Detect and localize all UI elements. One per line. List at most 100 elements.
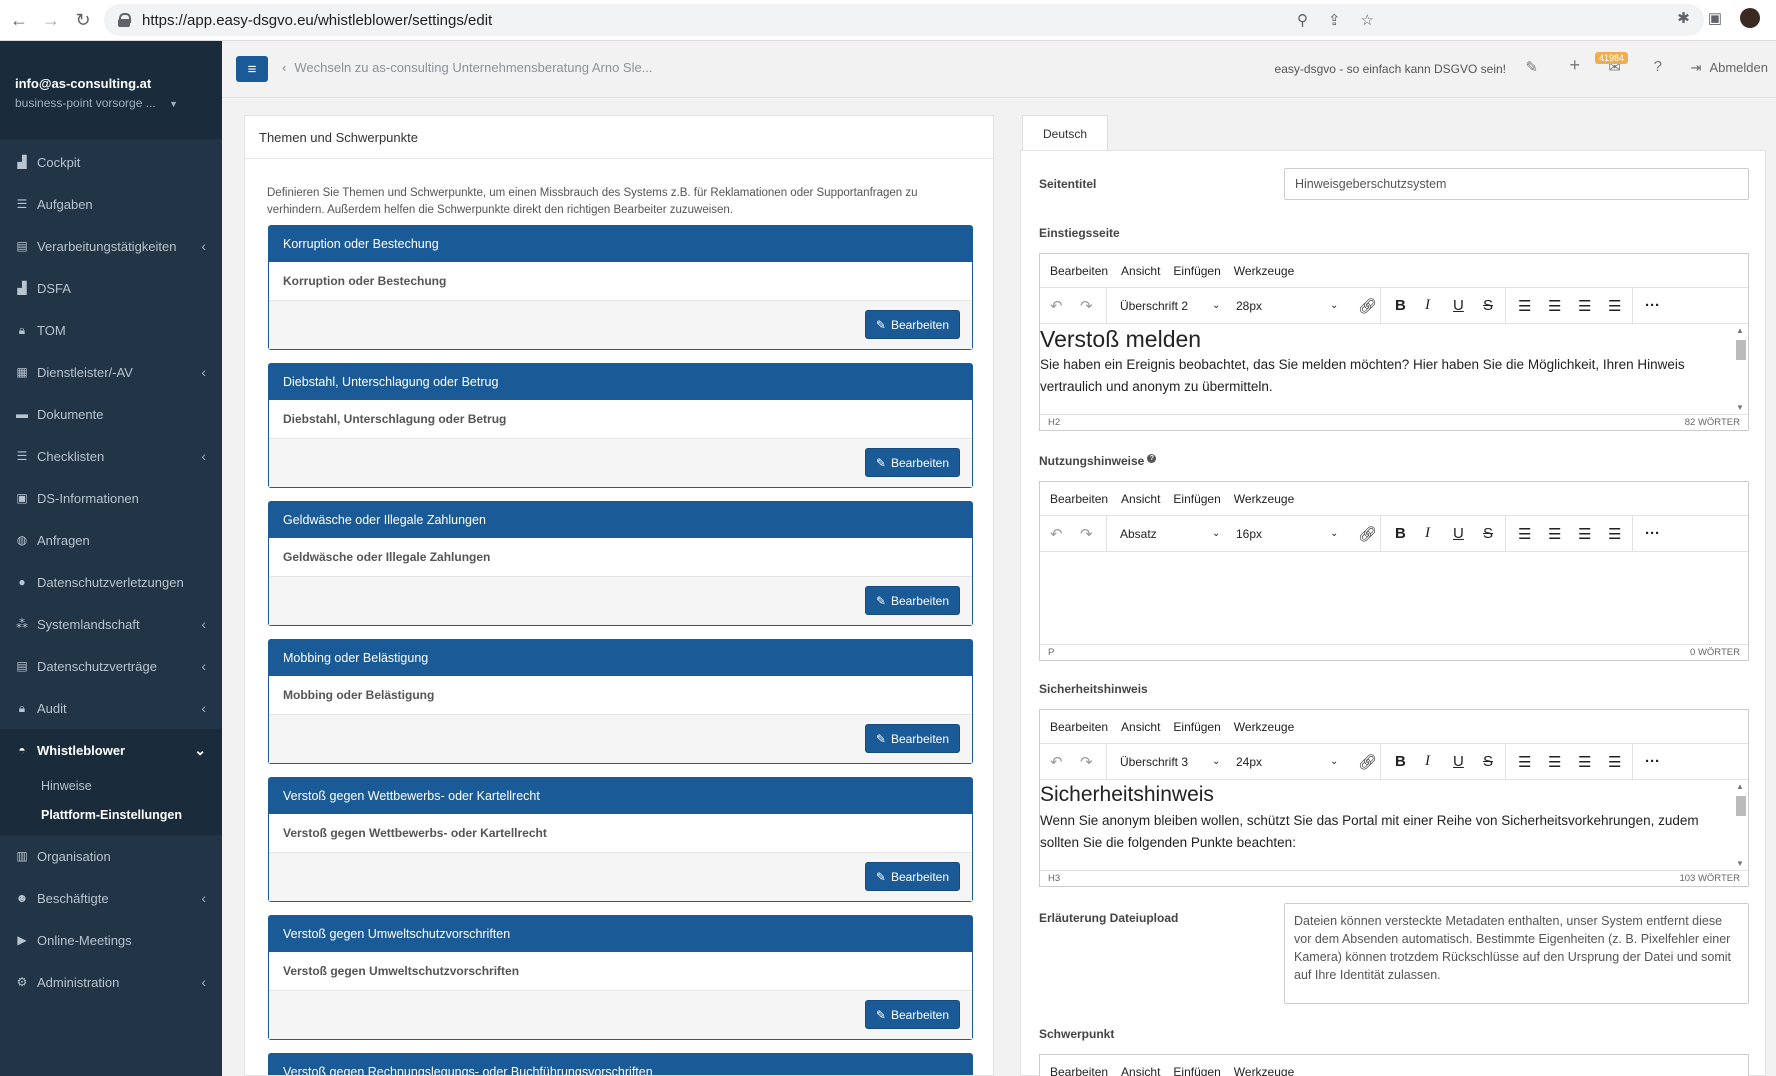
sidebar-item-beschaeftigte[interactable]: ☻ Beschäftigte ‹ [0,877,222,919]
menu-ansicht[interactable]: Ansicht [1121,1065,1160,1076]
menu-ansicht[interactable]: Ansicht [1121,264,1160,278]
sidebar-item-datenschutzvertraege[interactable]: ▤ Datenschutzverträge ‹ [0,645,222,687]
sidepanel-icon[interactable]: ▣ [1708,9,1722,27]
menu-einfuegen[interactable]: Einfügen [1173,1065,1220,1076]
sidebar-item-whistleblower[interactable]: ◓ Whistleblower ⌄ [0,729,222,771]
org-selector[interactable]: business-point vorsorge ... ▼ [15,96,207,110]
reload-icon[interactable]: ↻ [70,7,96,33]
editor-content[interactable] [1040,552,1748,644]
back-icon[interactable]: ← [6,7,32,33]
switch-organization-link[interactable]: ‹ Wechseln zu as-consulting Unternehmensb… [282,60,653,75]
bold-icon[interactable]: B [1395,525,1406,542]
menu-werkzeuge[interactable]: Werkzeuge [1234,1065,1294,1076]
plus-icon[interactable]: + [1569,55,1580,76]
menu-bearbeiten[interactable]: Bearbeiten [1050,492,1108,506]
align-left-icon[interactable]: ☰ [1518,297,1531,315]
align-left-icon[interactable]: ☰ [1518,753,1531,771]
sidebar-item-cockpit[interactable]: ▟ Cockpit [0,141,222,183]
sidebar-item-dokumente[interactable]: ▬ Dokumente [0,393,222,435]
sidebar-item-aufgaben[interactable]: ☰ Aufgaben [0,183,222,225]
editor-content[interactable]: Sicherheitshinweis Wenn Sie anonym bleib… [1040,780,1748,870]
edit-topic-button[interactable]: ✎ Bearbeiten [864,310,960,339]
sidebar-item-verarbeitungstaetigkeiten[interactable]: ▤ Verarbeitungstätigkeiten ‹ [0,225,222,267]
align-center-icon[interactable]: ☰ [1548,525,1561,543]
menu-einfuegen[interactable]: Einfügen [1173,264,1220,278]
sidebar-item-ds-informationen[interactable]: ▣ DS-Informationen [0,477,222,519]
align-justify-icon[interactable]: ☰ [1608,525,1621,543]
profile-avatar[interactable] [1740,8,1760,28]
menu-werkzeuge[interactable]: Werkzeuge [1234,720,1294,734]
block-format-select[interactable]: Überschrift 2 [1120,299,1188,313]
more-icon[interactable]: ··· [1645,753,1660,770]
more-icon[interactable]: ··· [1645,525,1660,542]
align-left-icon[interactable]: ☰ [1518,525,1531,543]
zoom-icon[interactable]: ⚲ [1297,11,1308,29]
bold-icon[interactable]: B [1395,753,1406,770]
sidebar-item-dienstleister[interactable]: ▦ Dienstleister/-AV ‹ [0,351,222,393]
redo-icon[interactable]: ↷ [1080,297,1093,315]
sidebar-item-online-meetings[interactable]: ▶ Online-Meetings [0,919,222,961]
share-icon[interactable]: ⇪ [1328,11,1341,29]
italic-icon[interactable]: I [1425,525,1430,542]
editor-scrollbar[interactable]: ▲ ▼ [1736,326,1746,412]
italic-icon[interactable]: I [1425,753,1430,770]
align-justify-icon[interactable]: ☰ [1608,753,1621,771]
help-icon[interactable]: ? [1654,58,1662,75]
editor-scrollbar[interactable]: ▲ ▼ [1736,782,1746,868]
editor-content[interactable]: Verstoß melden Sie haben ein Ereignis be… [1040,324,1748,414]
align-right-icon[interactable]: ☰ [1578,753,1591,771]
sidebar-item-audit[interactable]: 🔒︎ Audit ‹ [0,687,222,729]
underline-icon[interactable]: U [1453,525,1464,542]
bookmark-star-icon[interactable]: ☆ [1361,11,1374,29]
forward-icon[interactable]: → [38,7,64,33]
sidebar-item-organisation[interactable]: ▥ Organisation [0,835,222,877]
align-right-icon[interactable]: ☰ [1578,525,1591,543]
redo-icon[interactable]: ↷ [1080,753,1093,771]
block-format-select[interactable]: Überschrift 3 [1120,755,1188,769]
underline-icon[interactable]: U [1453,297,1464,314]
link-icon[interactable]: 🔗︎ [1358,297,1377,315]
menu-werkzeuge[interactable]: Werkzeuge [1234,492,1294,506]
font-size-select[interactable]: 24px [1236,755,1262,769]
menu-einfuegen[interactable]: Einfügen [1173,720,1220,734]
redo-icon[interactable]: ↷ [1080,525,1093,543]
sidebar-item-anfragen[interactable]: ◍ Anfragen [0,519,222,561]
sidebar-subitem-hinweise[interactable]: Hinweise [0,771,222,800]
align-right-icon[interactable]: ☰ [1578,297,1591,315]
more-icon[interactable]: ··· [1645,297,1660,314]
sidebar-item-checklisten[interactable]: ☰ Checklisten ‹ [0,435,222,477]
tab-deutsch[interactable]: Deutsch [1022,115,1108,151]
align-justify-icon[interactable]: ☰ [1608,297,1621,315]
link-icon[interactable]: 🔗︎ [1358,525,1377,543]
menu-toggle-button[interactable]: ≡ [236,56,268,82]
align-center-icon[interactable]: ☰ [1548,297,1561,315]
sidebar-item-systemlandschaft[interactable]: ⁂ Systemlandschaft ‹ [0,603,222,645]
edit-icon[interactable]: ✎ [1525,58,1538,76]
underline-icon[interactable]: U [1453,753,1464,770]
menu-bearbeiten[interactable]: Bearbeiten [1050,720,1108,734]
help-icon[interactable]: ? [1147,454,1157,463]
edit-topic-button[interactable]: ✎ Bearbeiten [864,586,960,615]
align-center-icon[interactable]: ☰ [1548,753,1561,771]
edit-topic-button[interactable]: ✎ Bearbeiten [864,862,960,891]
menu-bearbeiten[interactable]: Bearbeiten [1050,264,1108,278]
menu-einfuegen[interactable]: Einfügen [1173,492,1220,506]
seitentitel-input[interactable]: Hinweisgeberschutzsystem [1284,168,1749,200]
italic-icon[interactable]: I [1425,297,1430,314]
logout-link[interactable]: ⇥ Abmelden [1691,60,1768,76]
strikethrough-icon[interactable]: S [1483,525,1493,542]
sidebar-item-administration[interactable]: ⚙ Administration ‹ [0,961,222,1003]
sidebar-subitem-plattform-einstellungen[interactable]: Plattform-Einstellungen [0,800,222,829]
user-box[interactable]: info@as-consulting.at business-point vor… [0,41,222,139]
block-format-select[interactable]: Absatz [1120,527,1157,541]
font-size-select[interactable]: 16px [1236,527,1262,541]
strikethrough-icon[interactable]: S [1483,297,1493,314]
menu-werkzeuge[interactable]: Werkzeuge [1234,264,1294,278]
font-size-select[interactable]: 28px [1236,299,1262,313]
bold-icon[interactable]: B [1395,297,1406,314]
edit-topic-button[interactable]: ✎ Bearbeiten [864,448,960,477]
extensions-icon[interactable]: ✱ [1677,9,1690,27]
menu-bearbeiten[interactable]: Bearbeiten [1050,1065,1108,1076]
edit-topic-button[interactable]: ✎ Bearbeiten [864,724,960,753]
strikethrough-icon[interactable]: S [1483,753,1493,770]
